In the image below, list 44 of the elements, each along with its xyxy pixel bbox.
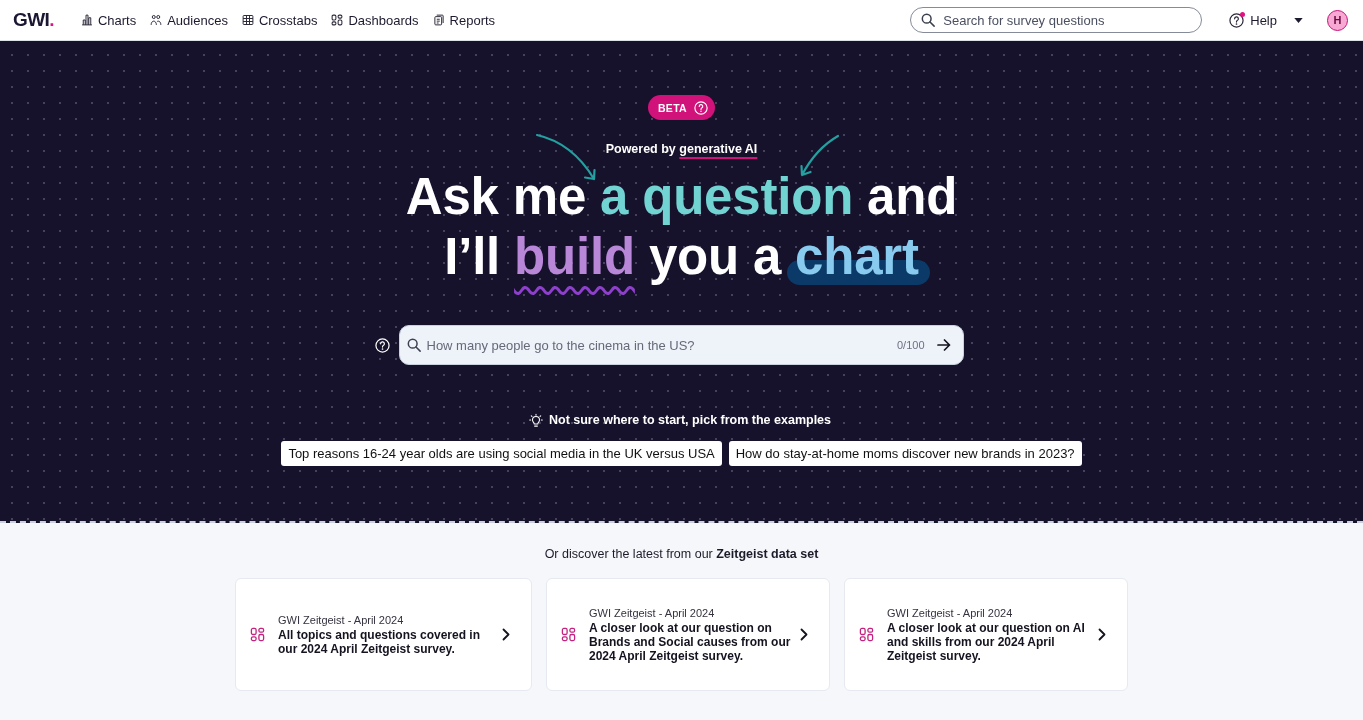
brand-logo[interactable]: GWI. — [13, 9, 54, 31]
people-icon — [150, 14, 163, 26]
chevron-right-icon — [502, 628, 510, 641]
table-icon — [241, 14, 254, 26]
survey-search-field[interactable]: Search for survey questions — [910, 7, 1203, 33]
dashboard-icon — [331, 14, 344, 26]
examples-prompt-text: Not sure where to start, pick from the examples — [549, 413, 831, 428]
help-icon[interactable] — [374, 337, 390, 353]
bar-chart-icon — [80, 14, 93, 26]
card-title-text: All topics and questions covered in our 2024 April Zeitgeist survey. — [278, 627, 482, 656]
user-avatar[interactable]: H — [1327, 9, 1348, 31]
character-counter: 0/100 — [896, 338, 925, 352]
help-icon — [694, 100, 708, 115]
chevron-right-icon — [800, 628, 808, 641]
dashboard-icon — [859, 627, 874, 642]
example-question-button[interactable]: Top reasons 16-24 year olds are using social media in the UK versus USA — [281, 441, 722, 466]
dataset-card[interactable]: GWI Zeitgeist - April 2024 A closer look at our question on Brands and Social causes from our 2024 April Zeitgeist survey. — [546, 578, 830, 691]
example-question-button[interactable]: How do stay-at-home moms discover new brands in 2023? — [728, 441, 1082, 466]
card-eyebrow-text: GWI Zeitgeist - April 2024 — [278, 613, 405, 627]
dataset-card[interactable]: GWI Zeitgeist - April 2024 A closer look at our question on AI and skills from our 2024 April Zeitgeist survey. — [844, 578, 1128, 691]
arrow-right-icon — [936, 339, 951, 351]
caret-icon — [1294, 17, 1303, 23]
hero-headline: Ask me a question and I’ll build you a chart — [405, 167, 958, 287]
powered-by-text: Powered by generative AI — [605, 142, 758, 157]
nav-link[interactable]: Dashboards — [331, 12, 419, 28]
dashboard-icon — [250, 627, 265, 642]
dashboard-icon — [561, 627, 576, 642]
nav-link[interactable]: Audiences — [150, 12, 228, 28]
nav-link[interactable]: Crosstabs — [241, 12, 318, 28]
help-menu-button[interactable]: Help — [1229, 12, 1303, 28]
dataset-card[interactable]: GWI Zeitgeist - April 2024 All topics and questions covered in our 2024 April Zeitgeist survey. — [235, 578, 532, 691]
card-eyebrow-text: GWI Zeitgeist - April 2024 — [887, 606, 1014, 620]
document-icon — [432, 14, 445, 26]
chevron-right-icon — [1098, 628, 1106, 641]
nav-link[interactable]: Reports — [432, 12, 496, 28]
card-title-text: A closer look at our question on AI and skills from our 2024 April Zeitgeist survey. — [887, 620, 1086, 663]
card-eyebrow-text: GWI Zeitgeist - April 2024 — [589, 606, 716, 620]
nav-link[interactable]: Charts — [80, 12, 137, 28]
beta-info-button[interactable]: BETA — [648, 95, 715, 120]
help-icon — [1229, 12, 1245, 28]
lightbulb-icon — [529, 413, 543, 428]
discover-intro-text: Or discover the latest from our Zeitgeist data set — [544, 547, 819, 562]
search-icon — [406, 338, 421, 352]
card-title-text: A closer look at our question on Brands and Social causes from our 2024 April Zeitgeist survey. — [589, 620, 792, 663]
